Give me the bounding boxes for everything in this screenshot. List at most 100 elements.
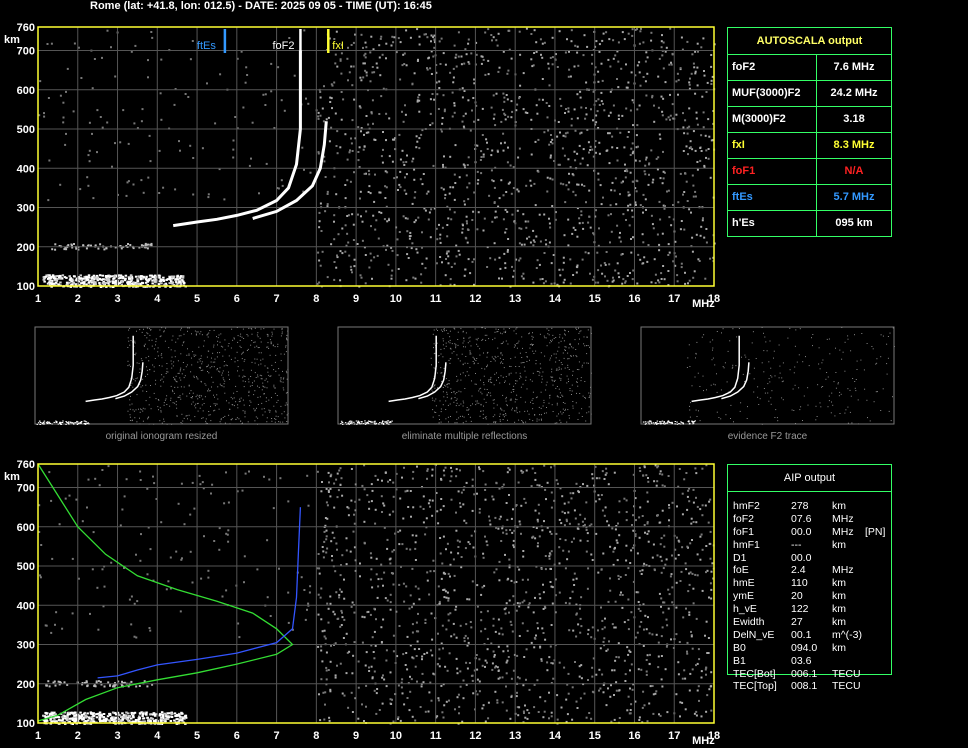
thumbnail-speckle [263,393,265,395]
noise-dot [494,516,497,519]
noise-dot [630,663,633,666]
noise-dot [364,664,367,667]
noise-dot [324,703,326,706]
noise-dot [621,114,624,117]
multiple-echo [146,685,149,688]
e-layer-echo [112,280,115,283]
thumbnail-speckle [247,348,249,350]
noise-dot [461,227,464,230]
noise-dot [522,108,525,111]
noise-dot [609,111,612,114]
noise-dot [579,631,582,634]
x-tick-label: 4 [154,730,161,742]
noise-dot [651,556,654,559]
noise-dot [379,74,382,77]
noise-dot [550,715,553,718]
thumbnail-speckle [242,380,244,382]
thumbnail-speckle [180,327,182,329]
thumbnail-speckle [220,423,222,425]
noise-dot [467,99,470,102]
noise-dot [625,519,628,522]
noise-dot [323,160,326,163]
noise-dot [642,262,645,265]
noise-dot [628,224,631,227]
noise-dot [663,534,666,537]
thumbnail-speckle [251,340,253,341]
noise-dot [533,706,536,709]
noise-dot [484,31,487,34]
thumbnail-speckle [193,354,195,356]
noise-dot [608,132,611,135]
y-tick-label: 300 [17,203,35,215]
noise-dot [359,197,361,200]
noise-dot [458,712,460,715]
noise-dot [316,470,319,473]
noise-dot [683,669,686,672]
noise-dot [339,662,342,665]
noise-dot [643,256,646,259]
noise-dot [385,186,388,189]
thumbnail-speckle [161,353,163,355]
noise-dot [265,162,268,165]
noise-dot [572,226,575,229]
noise-dot [409,490,412,492]
thumbnail-speckle [159,407,161,409]
noise-dot [422,681,425,684]
noise-dot [372,651,375,653]
noise-dot [661,54,664,57]
noise-dot [416,465,418,468]
noise-dot [564,201,567,204]
noise-dot [624,680,627,682]
thumbnail-speckle [166,395,168,397]
noise-dot [133,635,136,638]
noise-dot [225,532,228,535]
noise-dot [627,628,630,631]
multiple-echo [138,685,141,687]
thumbnail-speckle [250,401,252,403]
noise-dot [625,544,628,547]
noise-dot [401,543,404,546]
noise-dot [602,32,605,35]
thumbnail-speckle [200,358,202,359]
noise-dot [680,36,683,39]
thumbnail-speckle [230,358,232,360]
noise-dot [187,96,190,98]
thumbnail-speckle [219,383,221,385]
e-layer-echo [85,283,88,286]
x-tick-label: 16 [628,730,640,742]
thumbnail-echo [51,423,53,425]
thumbnail-speckle [129,420,131,421]
noise-dot [586,45,589,48]
noise-dot [710,79,713,82]
thumbnail-speckle [249,405,251,407]
thumbnail-speckle [257,423,258,425]
thumbnail-echo [65,421,67,423]
noise-dot [563,666,566,669]
noise-dot [478,511,481,514]
thumbnail-speckle [572,401,574,402]
noise-dot [437,697,440,700]
e-layer-echo [98,282,101,284]
thumbnail-speckle [474,328,476,330]
noise-dot [592,119,594,122]
noise-dot [367,191,370,193]
noise-dot [535,41,538,44]
noise-dot [619,231,621,234]
e-layer-echo [162,276,165,279]
e-layer-echo [172,275,176,278]
noise-dot [609,545,612,548]
thumbnail-speckle [219,341,221,343]
thumbnail-speckle [155,341,157,343]
thumbnail-speckle [129,416,131,418]
noise-dot [378,44,381,47]
noise-dot [450,635,453,638]
noise-dot [158,192,161,194]
noise-dot [183,523,186,526]
noise-dot [648,162,651,165]
noise-dot [595,532,598,535]
thumbnail-speckle [279,380,281,382]
noise-dot [603,637,606,640]
thumbnail-speckle [260,352,262,354]
noise-dot [227,529,230,532]
noise-dot [582,483,584,486]
